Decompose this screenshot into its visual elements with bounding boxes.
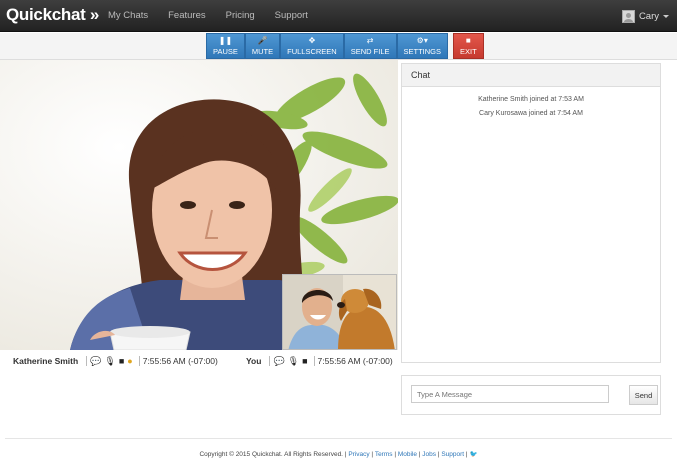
chat-bubble-icon: 💬: [273, 355, 285, 366]
remote-name: Katherine Smith: [13, 356, 79, 366]
avatar: [621, 9, 635, 23]
divider: [86, 356, 88, 366]
top-navbar: Quickchat » My Chats Features Pricing Su…: [0, 0, 677, 32]
message-input[interactable]: [411, 385, 609, 403]
send-file-button[interactable]: ⇄ SEND FILE: [343, 33, 397, 59]
settings-label: SETTINGS: [403, 47, 442, 56]
exchange-icon: ⇄: [366, 36, 374, 45]
mute-button[interactable]: 🎤 MUTE: [244, 33, 281, 59]
footer-link-support[interactable]: Support: [441, 451, 464, 458]
microphone-icon: 🎤: [257, 36, 268, 45]
send-file-label: SEND FILE: [350, 47, 390, 56]
main-nav: My Chats Features Pricing Support: [98, 0, 318, 32]
gear-icon: ⚙▾: [416, 36, 428, 45]
mute-label: MUTE: [251, 47, 274, 56]
chat-message: Cary Kurosawa joined at 7:54 AM: [479, 110, 583, 117]
divider: [269, 356, 271, 366]
exit-button[interactable]: ■ EXIT: [453, 33, 484, 59]
footer-link-privacy[interactable]: Privacy: [348, 451, 369, 458]
stop-icon: ■: [465, 36, 471, 45]
user-name: Cary: [638, 10, 659, 22]
caret-down-icon: [663, 14, 669, 18]
remote-time: 7:55:56 AM (-07:00): [142, 356, 218, 366]
call-toolbar: ❚❚ PAUSE 🎤 MUTE ✥ FULLSCREEN ⇄ SEND FILE ⚙▾ S…: [0, 33, 677, 60]
exit-label: EXIT: [460, 47, 477, 56]
footer-link-mobile[interactable]: Mobile: [398, 451, 417, 458]
local-time: 7:55:56 AM (-07:00): [317, 356, 393, 366]
send-button[interactable]: Send: [629, 385, 658, 405]
local-video-preview[interactable]: [282, 274, 397, 350]
video-camera-icon: ■: [118, 356, 125, 366]
pause-button[interactable]: ❚❚ PAUSE: [206, 33, 245, 59]
nav-my-chats[interactable]: My Chats: [98, 0, 158, 32]
footer: Copyright © 2015 Quickchat. All Rights R…: [199, 451, 478, 458]
user-menu[interactable]: Cary: [621, 0, 669, 32]
nav-support[interactable]: Support: [265, 0, 318, 32]
fullscreen-button[interactable]: ✥ FULLSCREEN: [280, 33, 344, 59]
video-camera-icon: ■: [302, 356, 308, 366]
chat-message: Katherine Smith joined at 7:53 AM: [478, 96, 584, 103]
footer-divider: [5, 438, 672, 439]
microphone-icon: 🎙: [104, 355, 116, 366]
divider: [313, 356, 315, 366]
chat-bubble-icon: 💬: [90, 355, 102, 366]
local-video-frame: [283, 275, 396, 349]
pause-label: PAUSE: [213, 47, 238, 56]
footer-link-jobs[interactable]: Jobs: [422, 451, 436, 458]
local-status-bar: You 💬 🎙 ■ 7:55:56 AM (-07:00): [246, 354, 393, 368]
remote-status-bar: Katherine Smith 💬 🎙 ■ ● 7:55:56 AM (-07:…: [13, 354, 218, 368]
fullscreen-label: FULLSCREEN: [287, 47, 337, 56]
chat-input-panel: Send: [401, 375, 661, 415]
fullscreen-icon: ✥: [308, 36, 316, 45]
microphone-icon: 🎙: [287, 355, 300, 366]
footer-link-terms[interactable]: Terms: [375, 451, 393, 458]
nav-features[interactable]: Features: [158, 0, 216, 32]
divider: [138, 356, 140, 366]
local-name: You: [246, 356, 262, 366]
twitter-icon[interactable]: 🐦: [469, 451, 477, 458]
pause-icon: ❚❚: [218, 36, 233, 45]
browser-icon: ●: [127, 356, 133, 366]
brand-logo[interactable]: Quickchat »: [6, 5, 99, 25]
chat-title: Chat: [402, 64, 660, 87]
settings-button[interactable]: ⚙▾ SETTINGS: [396, 33, 449, 59]
chat-panel: Chat Katherine Smith joined at 7:53 AM C…: [401, 63, 661, 363]
copyright-text: Copyright © 2015 Quickchat. All Rights R…: [199, 451, 347, 458]
nav-pricing[interactable]: Pricing: [216, 0, 265, 32]
